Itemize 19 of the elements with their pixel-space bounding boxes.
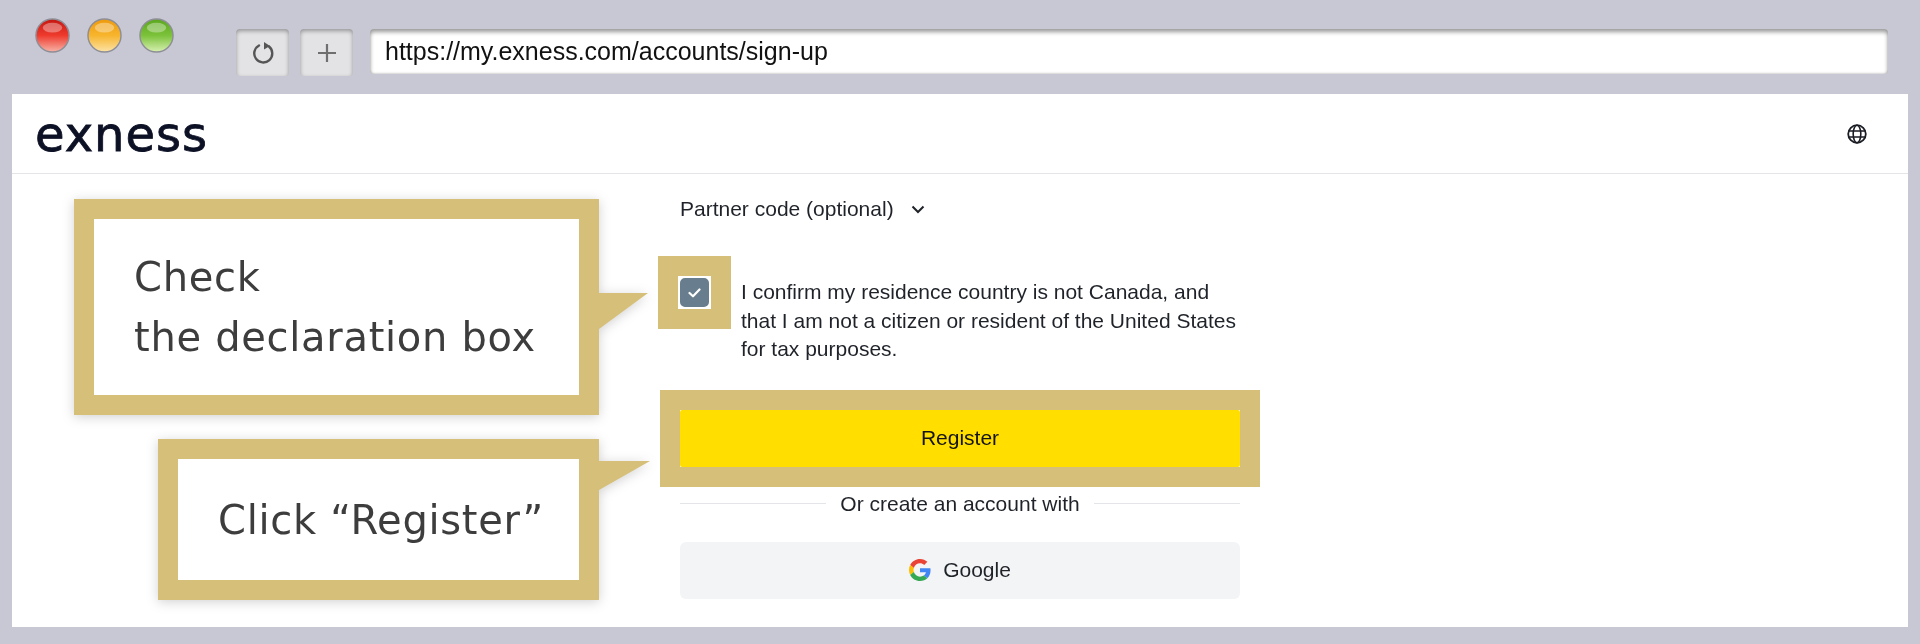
divider-text: Or create an account with xyxy=(840,491,1080,516)
google-icon xyxy=(909,559,932,581)
globe-icon[interactable] xyxy=(1847,123,1867,144)
checkbox[interactable] xyxy=(680,278,709,307)
callout-text: Click “Register” xyxy=(218,495,544,545)
plus-icon xyxy=(316,42,337,63)
checkmark-icon xyxy=(688,287,701,298)
address-bar[interactable]: https://my.exness.com/accounts/sign-up xyxy=(370,29,1888,74)
partner-code-toggle[interactable]: Partner code (optional) xyxy=(680,197,925,221)
google-button[interactable]: Google xyxy=(680,541,1240,599)
callout-text: Check the declaration box xyxy=(134,253,536,362)
logo[interactable]: exness xyxy=(35,106,209,161)
window-control-icon[interactable] xyxy=(139,18,174,53)
register-button[interactable]: Register xyxy=(680,409,1240,467)
reload-button[interactable] xyxy=(236,29,289,76)
declaration-text: I confirm my residence country is not Canada, and that I am not a citizen or resident of the United States for tax purposes. xyxy=(741,279,1237,362)
new-tab-button[interactable] xyxy=(300,29,353,76)
window-control-icon[interactable] xyxy=(87,18,122,53)
window-control-icon[interactable] xyxy=(35,18,70,53)
